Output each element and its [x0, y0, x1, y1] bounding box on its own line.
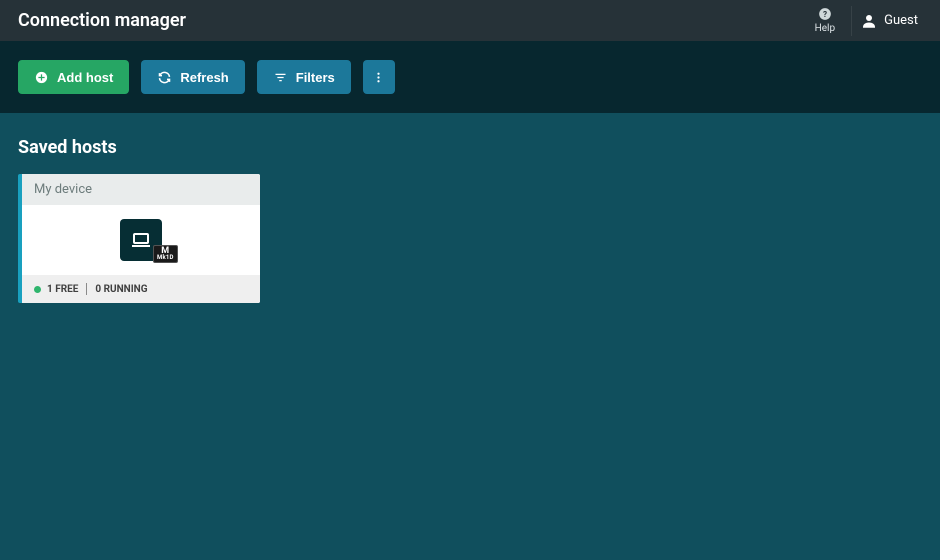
- saved-hosts-heading: Saved hosts: [0, 113, 940, 174]
- add-host-button[interactable]: Add host: [18, 60, 129, 94]
- help-icon: ?: [818, 7, 832, 21]
- filters-label: Filters: [296, 70, 335, 85]
- app-title: Connection manager: [18, 10, 809, 31]
- status-dot: [34, 286, 41, 293]
- plus-circle-icon: [34, 70, 49, 85]
- add-host-label: Add host: [57, 70, 113, 85]
- refresh-button[interactable]: Refresh: [141, 60, 244, 94]
- help-label: Help: [815, 23, 835, 34]
- user-icon: [860, 12, 878, 30]
- host-grid: My device M Mk1D 1 FREE 0 RUNNING: [0, 174, 940, 303]
- user-name: Guest: [884, 13, 918, 28]
- app-topbar: Connection manager ? Help Guest: [0, 0, 940, 41]
- user-menu[interactable]: Guest: [851, 6, 926, 36]
- more-vertical-icon: [371, 70, 386, 85]
- device-model-badge: M Mk1D: [153, 245, 178, 263]
- action-toolbar: Add host Refresh Filters: [0, 41, 940, 113]
- host-card-body: M Mk1D: [22, 205, 260, 275]
- free-count: 1 FREE: [47, 284, 78, 295]
- badge-bottom: Mk1D: [157, 255, 174, 261]
- svg-text:?: ?: [823, 9, 827, 19]
- refresh-label: Refresh: [180, 70, 228, 85]
- help-button[interactable]: ? Help: [809, 7, 841, 34]
- running-count: 0 RUNNING: [95, 284, 147, 295]
- host-card-name: My device: [22, 174, 260, 205]
- more-actions-button[interactable]: [363, 60, 395, 94]
- refresh-icon: [157, 70, 172, 85]
- host-card-stats: 1 FREE 0 RUNNING: [22, 275, 260, 303]
- host-card[interactable]: My device M Mk1D 1 FREE 0 RUNNING: [18, 174, 260, 303]
- filters-button[interactable]: Filters: [257, 60, 351, 94]
- filter-icon: [273, 70, 288, 85]
- stats-separator: [86, 283, 87, 295]
